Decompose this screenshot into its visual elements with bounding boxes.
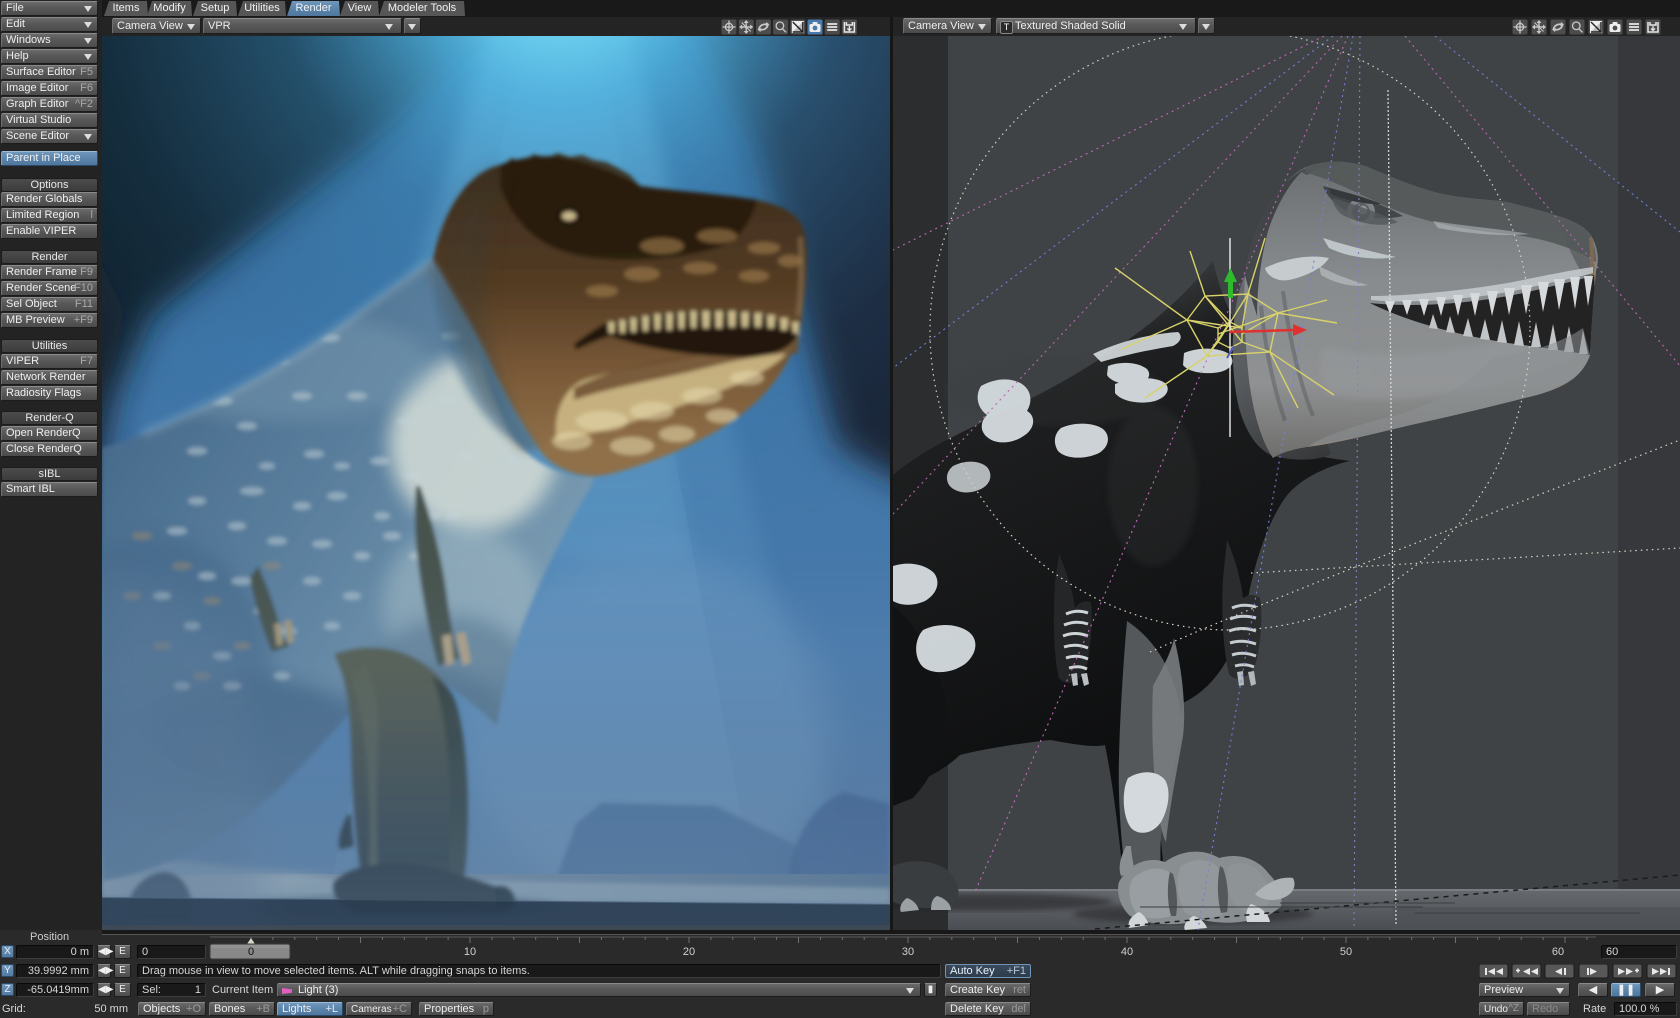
svg-text:10: 10 — [464, 946, 476, 958]
svg-text:50: 50 — [1340, 946, 1352, 958]
svg-text:30: 30 — [902, 946, 914, 958]
svg-text:60: 60 — [1552, 946, 1564, 958]
svg-text:20: 20 — [683, 946, 695, 958]
svg-text:0: 0 — [248, 946, 254, 958]
svg-text:40: 40 — [1121, 946, 1133, 958]
